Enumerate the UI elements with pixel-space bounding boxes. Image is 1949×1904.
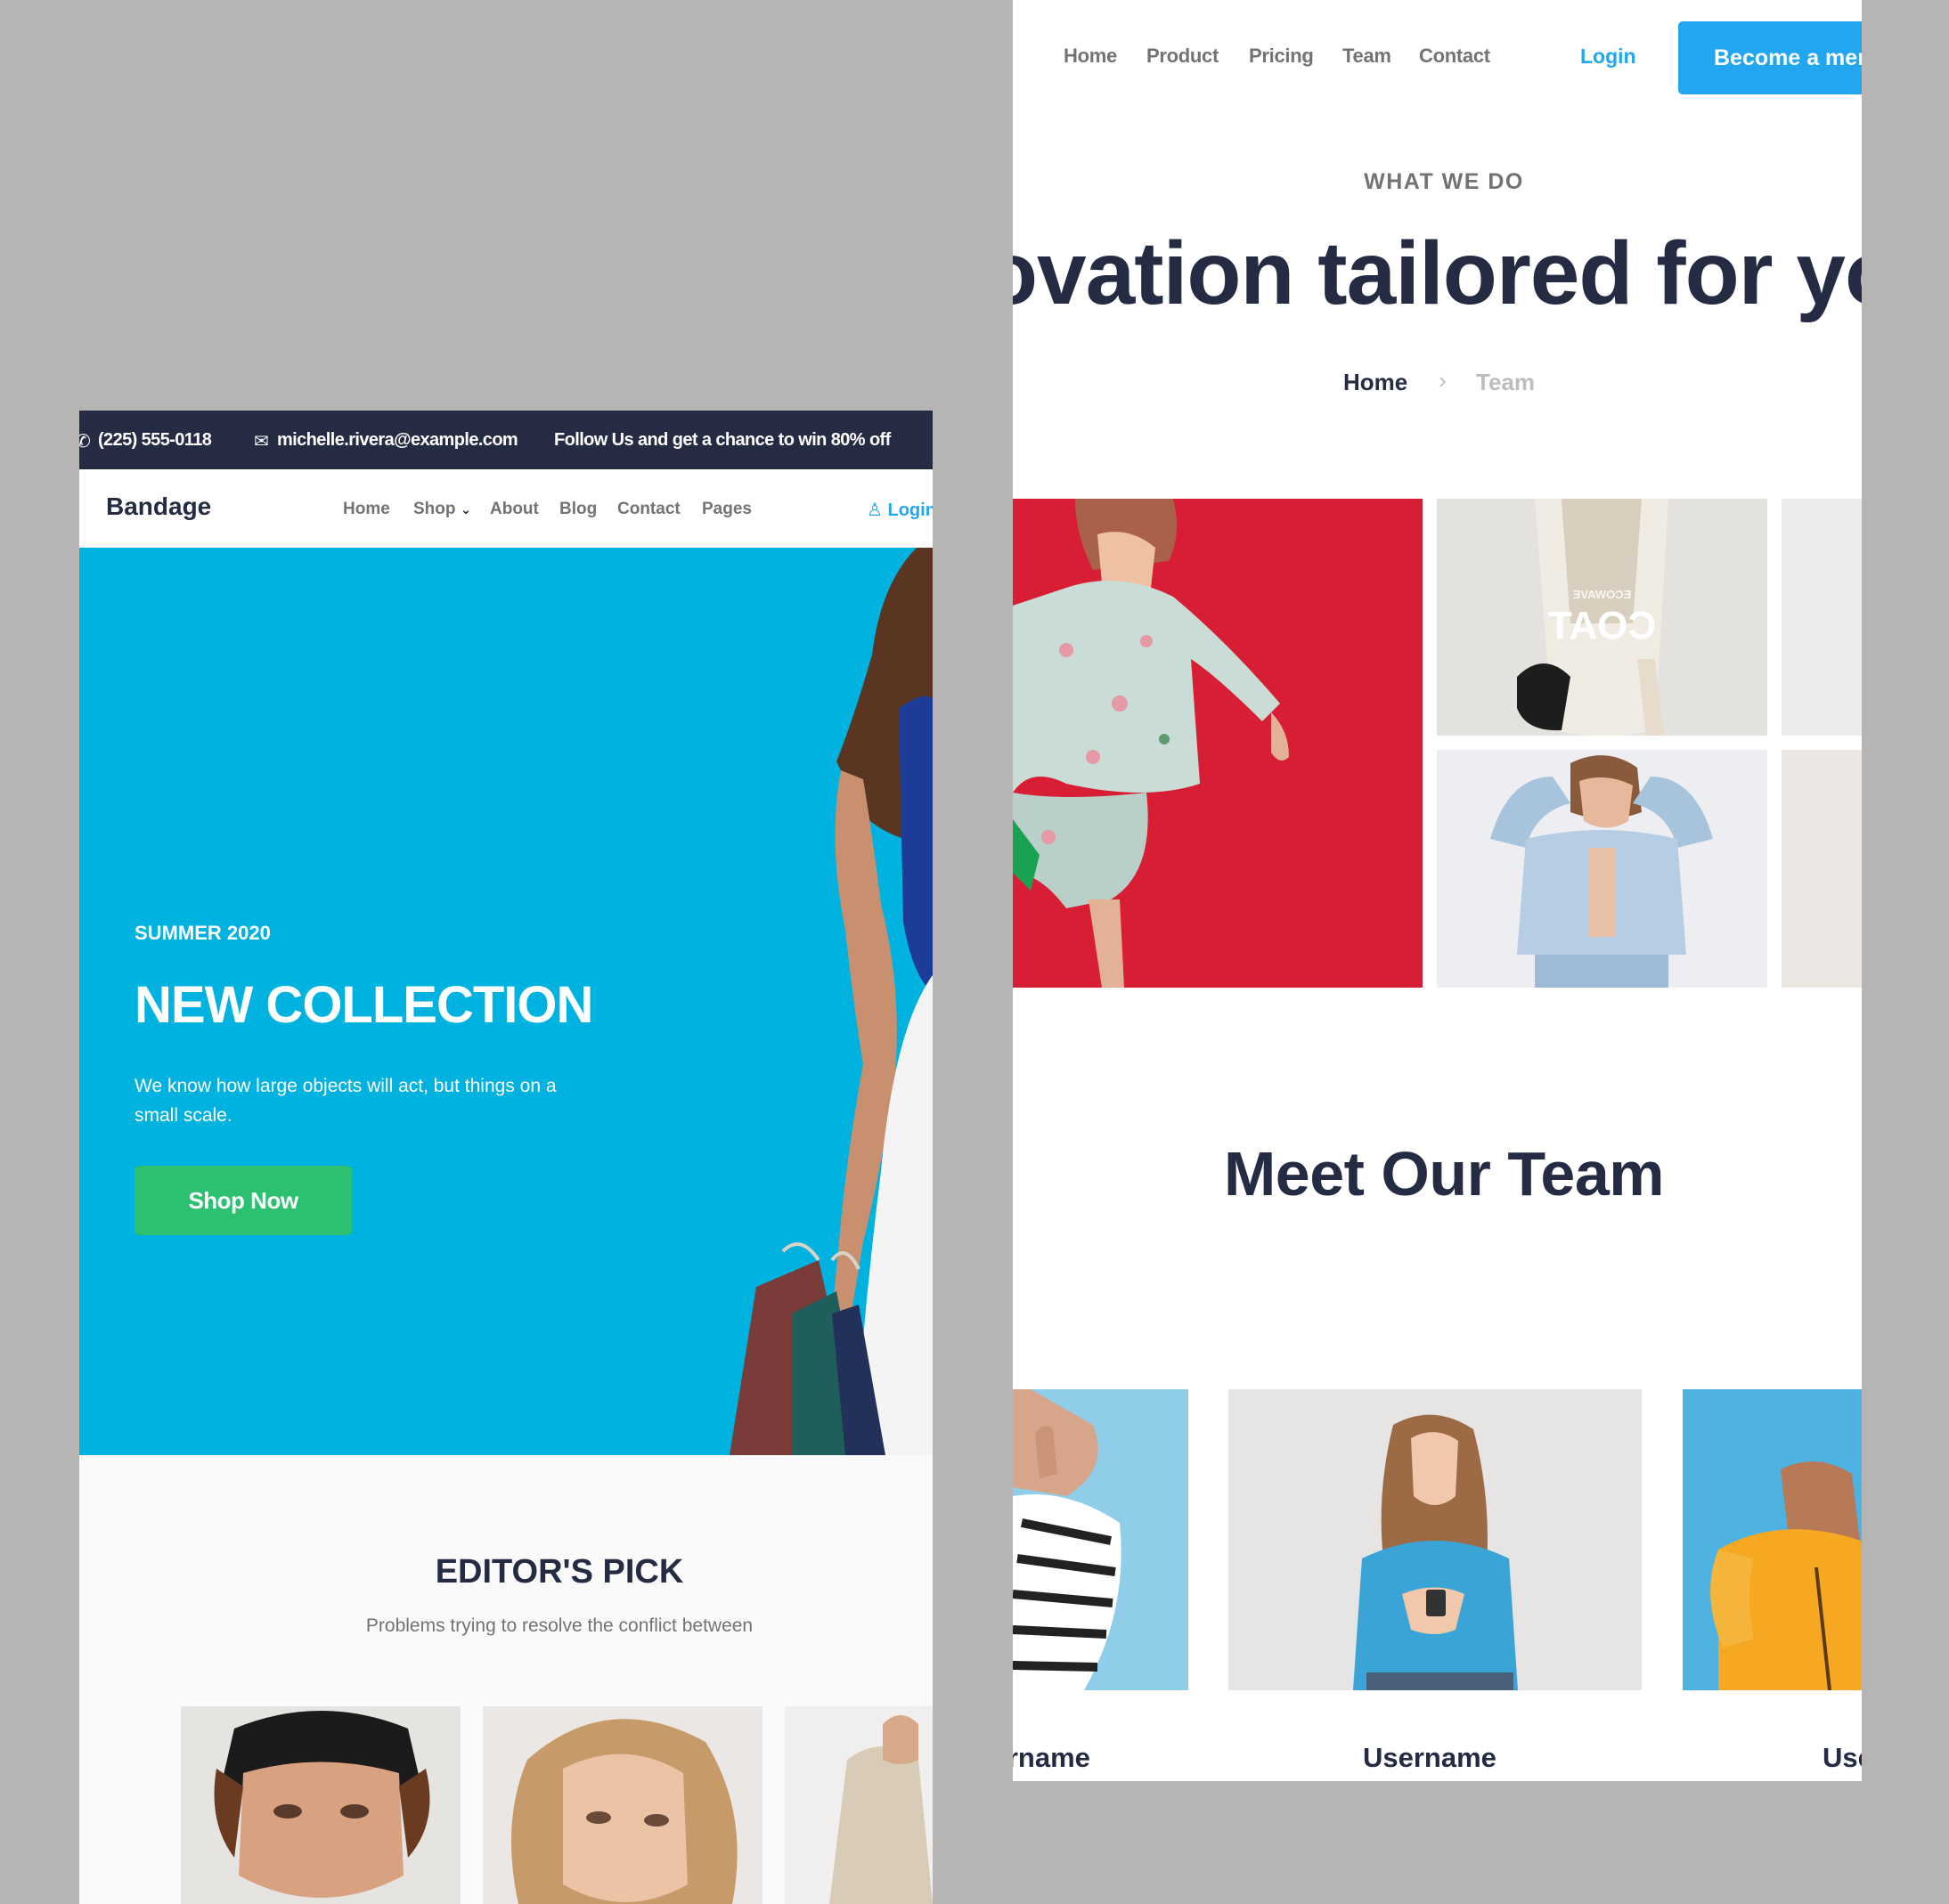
nav-home[interactable]: Home (1064, 45, 1117, 68)
team-member-card-1[interactable] (1013, 1389, 1188, 1690)
shop-now-button[interactable]: Shop Now (135, 1166, 352, 1235)
email-address: michelle.rivera@example.com (277, 430, 518, 450)
model-floral-dress-photo (1013, 499, 1423, 988)
editors-pick-section: EDITOR'S PICK Problems trying to resolve… (79, 1455, 933, 1904)
gallery-coat-image: ECOWAVE COAT (1437, 499, 1767, 736)
editor-pick-men[interactable] (181, 1706, 461, 1904)
hero-description: We know how large objects will act, but … (135, 1076, 557, 1126)
coat-caption: COAT (1547, 604, 1657, 647)
nav-about[interactable]: About (490, 500, 539, 519)
team-page-mockup: Home Product Pricing Team Contact Login … (1013, 0, 1862, 1781)
phone-icon: ✆ (79, 432, 91, 452)
hero-title: NEW COLLECTION (135, 976, 593, 1034)
phone-number: (225) 555-0118 (98, 430, 212, 450)
eyebrow-text: WHAT WE DO (1364, 169, 1524, 194)
mail-icon: ✉ (254, 432, 269, 452)
top-info-bar: ✆ (225) 555-0118 ✉ michelle.rivera@examp… (79, 411, 933, 469)
nav-blog[interactable]: Blog (559, 500, 597, 519)
team-photo-3 (1683, 1389, 1862, 1690)
chevron-right-icon: › (1439, 367, 1447, 394)
gallery-image-partial-1 (1782, 499, 1862, 736)
nav-pricing[interactable]: Pricing (1249, 45, 1314, 68)
team-photo-1 (1013, 1389, 1188, 1690)
team-member-name-3: Username (1823, 1742, 1862, 1773)
nav-contact[interactable]: Contact (1419, 45, 1490, 68)
team-member-name-1: Username (1013, 1742, 1090, 1773)
user-icon: ♙ (867, 500, 883, 520)
product-photo-cardigan (785, 1706, 933, 1904)
team-section-title: Meet Our Team (1224, 1139, 1665, 1208)
breadcrumb-current: Team (1476, 369, 1535, 395)
login-link[interactable]: ♙ Login (867, 499, 933, 521)
become-member-button[interactable]: Become a member → (1678, 21, 1862, 94)
promo-text: Follow Us and get a chance to win 80% of… (554, 430, 891, 450)
main-navigation: Bandage Home Shop ⌄ About Blog Contact P… (79, 469, 933, 548)
team-member-name-2: Username (1363, 1742, 1496, 1773)
team-member-card-2[interactable] (1228, 1389, 1642, 1690)
product-photo-woman (483, 1706, 762, 1904)
login-link[interactable]: Login (1580, 45, 1636, 69)
nav-product[interactable]: Product (1146, 45, 1219, 68)
gallery-image-partial-2 (1782, 750, 1862, 988)
editor-pick-women[interactable] (483, 1706, 762, 1904)
bandage-homepage-mockup: ✆ (225) 555-0118 ✉ michelle.rivera@examp… (79, 411, 933, 1904)
hero-banner: SUMMER 2020 NEW COLLECTION We know how l… (79, 548, 933, 1455)
nav-home[interactable]: Home (343, 500, 390, 519)
nav-shop[interactable]: Shop ⌄ (413, 500, 471, 519)
coat-caption-small: ECOWAVE (1572, 588, 1632, 601)
nav-team[interactable]: Team (1342, 45, 1391, 68)
product-photo-man (181, 1706, 461, 1904)
page-title: Innovation tailored for you (1013, 224, 1862, 323)
nav-pages[interactable]: Pages (702, 500, 752, 519)
denim-jacket-photo (1437, 750, 1767, 988)
nav-contact[interactable]: Contact (617, 500, 681, 519)
section-title: EDITOR'S PICK (435, 1553, 684, 1591)
gallery-main-image (1013, 499, 1423, 988)
team-photo-2 (1228, 1389, 1642, 1690)
hero-subtitle: SUMMER 2020 (135, 922, 271, 944)
chevron-down-icon: ⌄ (460, 502, 472, 517)
brand-logo[interactable]: Bandage (106, 492, 211, 521)
team-member-card-3[interactable] (1683, 1389, 1862, 1690)
gallery-denim-image (1437, 750, 1767, 988)
breadcrumb-home[interactable]: Home (1343, 369, 1407, 396)
editor-pick-accessories[interactable] (785, 1706, 933, 1904)
section-subtitle: Problems trying to resolve the conflict … (365, 1615, 754, 1636)
